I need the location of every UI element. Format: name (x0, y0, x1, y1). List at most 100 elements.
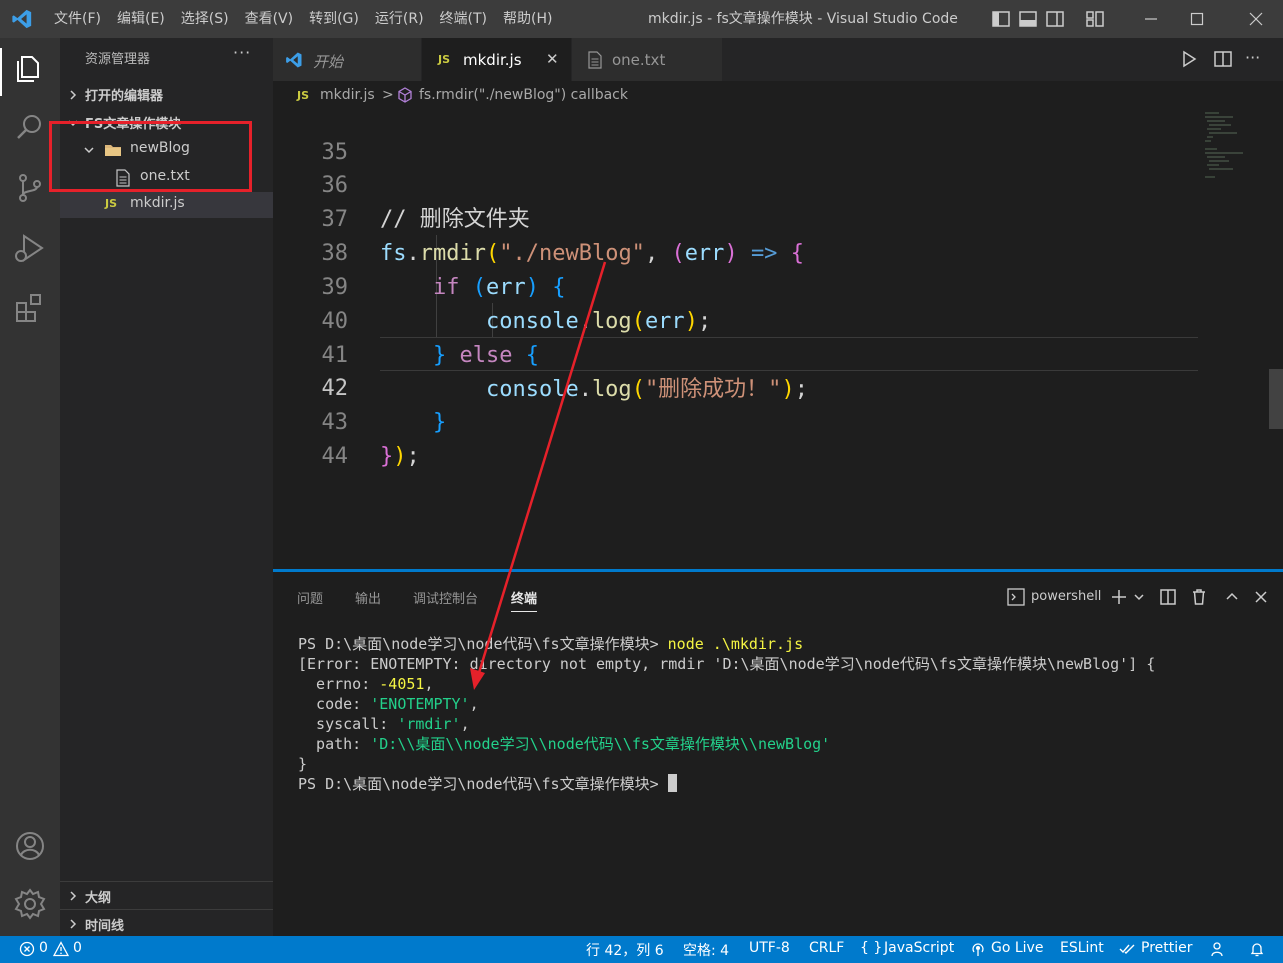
terminal-errno-key: errno: (298, 675, 380, 693)
terminal-output[interactable]: PS D:\桌面\node学习\node代码\fs文章操作模块> node .\… (298, 634, 1155, 794)
go-live-button[interactable]: Go Live (991, 940, 1043, 956)
language-mode[interactable]: JavaScript (884, 940, 954, 956)
eslint-status[interactable]: ESLint (1060, 940, 1104, 956)
notifications-bell-icon[interactable] (1249, 941, 1265, 957)
terminal-syscall-value: 'rmdir' (397, 715, 461, 733)
tab-mkdir-js[interactable]: JS mkdir.js ✕ (422, 38, 571, 81)
breadcrumb-symbol[interactable]: fs.rmdir("./newBlog") callback (419, 87, 628, 103)
menu-bar: 文件(F) 编辑(E) 选择(S) 查看(V) 转到(G) 运行(R) 终端(T… (46, 0, 560, 38)
terminal-code-value: 'ENOTEMPTY' (370, 695, 470, 713)
account-icon[interactable] (12, 828, 48, 864)
outline-section[interactable]: 大纲 (60, 881, 273, 909)
toggle-secondary-sidebar-icon[interactable] (1045, 9, 1065, 29)
tab-label: 开始 (313, 53, 344, 71)
code-line-39: 39 console.log(err); (273, 237, 1198, 334)
text-file-icon (116, 169, 130, 187)
code-line-40: 40 } else { (273, 271, 1198, 368)
close-panel-icon[interactable] (1251, 587, 1271, 607)
terminal-comma: , (424, 675, 434, 693)
trash-icon[interactable] (1189, 587, 1209, 607)
timeline-section[interactable]: 时间线 (60, 909, 273, 937)
split-editor-icon[interactable] (1213, 49, 1233, 69)
open-editors-section[interactable]: 打开的编辑器 (60, 82, 273, 108)
minimize-button[interactable] (1128, 0, 1174, 38)
search-icon[interactable] (12, 110, 48, 146)
terminal-shell-selector[interactable]: powershell (1031, 589, 1101, 604)
project-folder-label: FS文章操作模块 (85, 117, 182, 132)
menu-selection[interactable]: 选择(S) (173, 0, 237, 38)
breadcrumb: JS mkdir.js > fs.rmdir("./newBlog") call… (273, 81, 1283, 109)
close-window-button[interactable] (1233, 0, 1279, 38)
panel-tab-output[interactable]: 输出 (355, 588, 381, 607)
chevron-down-icon (84, 147, 94, 154)
panel-tab-problems[interactable]: 问题 (297, 588, 323, 607)
feedback-person-icon[interactable] (1210, 941, 1226, 957)
vertical-scrollbar[interactable] (1269, 369, 1283, 429)
minimap[interactable] (1203, 109, 1263, 189)
split-terminal-icon[interactable] (1158, 587, 1178, 607)
menu-view[interactable]: 查看(V) (237, 0, 302, 38)
toggle-sidebar-icon[interactable] (991, 9, 1011, 29)
line-number: 44 (321, 444, 349, 469)
explorer-more-button[interactable]: ··· (233, 43, 251, 62)
code-line-36: 36 // 删除文件夹 (273, 135, 1198, 232)
toggle-panel-icon[interactable] (1018, 9, 1038, 29)
gear-icon[interactable] (12, 886, 48, 922)
folder-icon (105, 145, 121, 156)
run-debug-icon[interactable] (12, 230, 48, 266)
warning-count[interactable]: 0 (73, 940, 82, 956)
terminal-comma: , (469, 695, 479, 713)
file-label: one.txt (140, 168, 190, 184)
tab-label: one.txt (612, 51, 666, 69)
menu-help[interactable]: 帮助(H) (495, 0, 560, 38)
maximize-button[interactable] (1174, 0, 1220, 38)
code-editor[interactable]: 35 36 // 删除文件夹 37 fs.rmdir("./newBlog", … (273, 109, 1283, 569)
source-control-icon[interactable] (12, 170, 48, 206)
vscode-logo-icon (12, 9, 32, 29)
outline-label: 大纲 (85, 891, 112, 906)
menu-edit[interactable]: 编辑(E) (109, 0, 173, 38)
project-folder-section[interactable]: FS文章操作模块 (60, 110, 273, 136)
run-file-icon[interactable] (1179, 49, 1199, 69)
code-line-37: 37 fs.rmdir("./newBlog", (err) => { (273, 169, 1198, 266)
terminal-path-key: path: (298, 735, 371, 753)
text-file-icon (588, 51, 602, 69)
bottom-panel: 问题 输出 调试控制台 终端 powershell PS D:\桌面\node学… (273, 569, 1283, 936)
explorer-icon[interactable] (12, 50, 48, 86)
chevron-up-icon[interactable] (1222, 587, 1242, 607)
menu-go[interactable]: 转到(G) (301, 0, 367, 38)
tab-welcome[interactable]: 开始 (273, 38, 421, 81)
error-count[interactable]: 0 (39, 940, 48, 956)
menu-terminal[interactable]: 终端(T) (432, 0, 495, 38)
cursor-position[interactable]: 行 42，列 6 (586, 940, 664, 960)
code-text: }); (380, 444, 420, 469)
extensions-icon[interactable] (12, 290, 48, 326)
tab-close-button[interactable]: ✕ (546, 50, 559, 68)
more-actions-button[interactable]: ··· (1245, 48, 1260, 67)
chevron-right-icon (70, 919, 77, 929)
terminal-prompt: PS D:\桌面\node学习\node代码\fs文章操作模块> (298, 635, 659, 653)
tree-folder-newblog[interactable]: newBlog (60, 137, 273, 163)
end-of-line[interactable]: CRLF (809, 940, 844, 956)
editor-tabs: 开始 JS mkdir.js ✕ one.txt ··· (273, 38, 1283, 81)
js-file-icon: JS (105, 197, 118, 210)
new-terminal-plus-icon[interactable] (1109, 587, 1129, 607)
window-title: mkdir.js - fs文章操作模块 - Visual Studio Code (648, 11, 958, 27)
panel-tab-debug-console[interactable]: 调试控制台 (413, 588, 478, 607)
panel-tab-terminal[interactable]: 终端 (511, 588, 538, 612)
menu-run[interactable]: 运行(R) (367, 0, 432, 38)
tree-file-one-txt[interactable]: one.txt (60, 165, 273, 191)
tree-file-mkdir-js[interactable]: JS mkdir.js (60, 192, 273, 218)
encoding[interactable]: UTF-8 (749, 940, 790, 956)
menu-file[interactable]: 文件(F) (46, 0, 109, 38)
chevron-down-icon[interactable] (1129, 587, 1149, 607)
vscode-logo-icon (286, 52, 302, 68)
breadcrumb-separator: > (382, 87, 394, 103)
breadcrumb-file[interactable]: mkdir.js (320, 87, 375, 103)
tab-one-txt[interactable]: one.txt (572, 38, 722, 81)
indentation[interactable]: 空格: 4 (683, 940, 729, 960)
customize-layout-icon[interactable] (1085, 9, 1105, 29)
close-icon (1249, 12, 1263, 26)
js-file-icon: JS (438, 53, 451, 66)
prettier-status[interactable]: Prettier (1141, 940, 1193, 956)
